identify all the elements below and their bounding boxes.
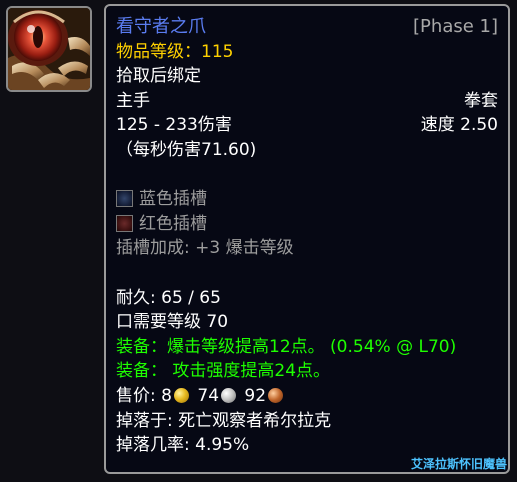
silver-coin-icon: [221, 387, 237, 403]
weapon-type-text: 拳套: [464, 90, 498, 111]
socket-bonus-text: 插槽加成: +3 爆击等级: [116, 238, 294, 259]
socket-blue: 蓝色插槽: [116, 187, 207, 212]
slot-row: 主手 拳套: [116, 89, 498, 114]
phase-label: [Phase 1]: [413, 16, 498, 37]
socket-bonus-row: 插槽加成: +3 爆击等级: [116, 236, 498, 261]
item-level-label: 物品等级：: [116, 41, 201, 62]
sell-price-label: 售价:: [116, 385, 156, 406]
gold-amount: 8: [161, 385, 172, 406]
equip-effect-row: 装备：爆击等级提高12点。 (0.54% @ L70): [116, 335, 498, 360]
socket-red: 红色插槽: [116, 212, 207, 237]
equip-effect-crit: 装备：爆击等级提高12点。 (0.54% @ L70): [116, 336, 457, 357]
required-level-text: 口需要等级 70: [116, 312, 229, 333]
equip-effect-row: 装备： 攻击强度提高24点。: [116, 359, 498, 384]
gold-coin-icon: [173, 387, 189, 403]
copper-coin-icon: [268, 387, 284, 403]
sell-price: 售价: 8 74 92: [116, 384, 286, 409]
sell-price-row: 售价: 8 74 92: [116, 384, 498, 409]
red-socket-icon: [116, 214, 133, 232]
damage-row: 125 - 233伤害 速度 2.50: [116, 113, 498, 138]
tooltip-title-row: 看守者之爪 [Phase 1]: [116, 15, 498, 40]
binding-text: 拾取后绑定: [116, 66, 201, 87]
item-level-row: 物品等级：115: [116, 40, 498, 65]
drop-rate-text: 掉落几率: 4.95%: [116, 435, 250, 456]
item-tooltip: 看守者之爪 [Phase 1] 物品等级：115 拾取后绑定 主手 拳套 125…: [104, 4, 510, 474]
socket-row-blue: 蓝色插槽: [116, 187, 498, 212]
dps-row: （每秒伤害71.60): [116, 138, 498, 163]
item-name: 看守者之爪: [116, 16, 206, 37]
claw-weapon-icon-art: [8, 8, 90, 90]
blue-socket-icon: [116, 190, 133, 208]
socket-row-red: 红色插槽: [116, 212, 498, 237]
watermark: 艾泽拉斯怀旧魔兽: [410, 457, 507, 471]
silver-amount: 74: [197, 385, 220, 406]
claw-weapon-icon[interactable]: [6, 6, 92, 92]
durability-text: 耐久: 65 / 65: [116, 287, 221, 308]
drop-source-text: 掉落于: 死亡观察者希尔拉克: [116, 410, 332, 431]
required-level-row: 口需要等级 70: [116, 310, 498, 335]
speed-text: 速度 2.50: [420, 115, 498, 136]
equip-effect-ap: 装备： 攻击强度提高24点。: [116, 361, 331, 382]
drop-source-row: 掉落于: 死亡观察者希尔拉克: [116, 409, 498, 434]
dps-text: （每秒伤害71.60): [116, 139, 257, 160]
durability-row: 耐久: 65 / 65: [116, 286, 498, 311]
item-level-value: 115: [201, 41, 234, 62]
item-level: 物品等级：115: [116, 40, 233, 65]
damage-text: 125 - 233伤害: [116, 115, 232, 136]
slot-text: 主手: [116, 90, 150, 111]
socket-red-label: 红色插槽: [139, 213, 207, 234]
socket-blue-label: 蓝色插槽: [139, 189, 207, 210]
drop-rate-row: 掉落几率: 4.95%: [116, 433, 498, 458]
binding-row: 拾取后绑定: [116, 64, 498, 89]
copper-amount: 92: [244, 385, 267, 406]
